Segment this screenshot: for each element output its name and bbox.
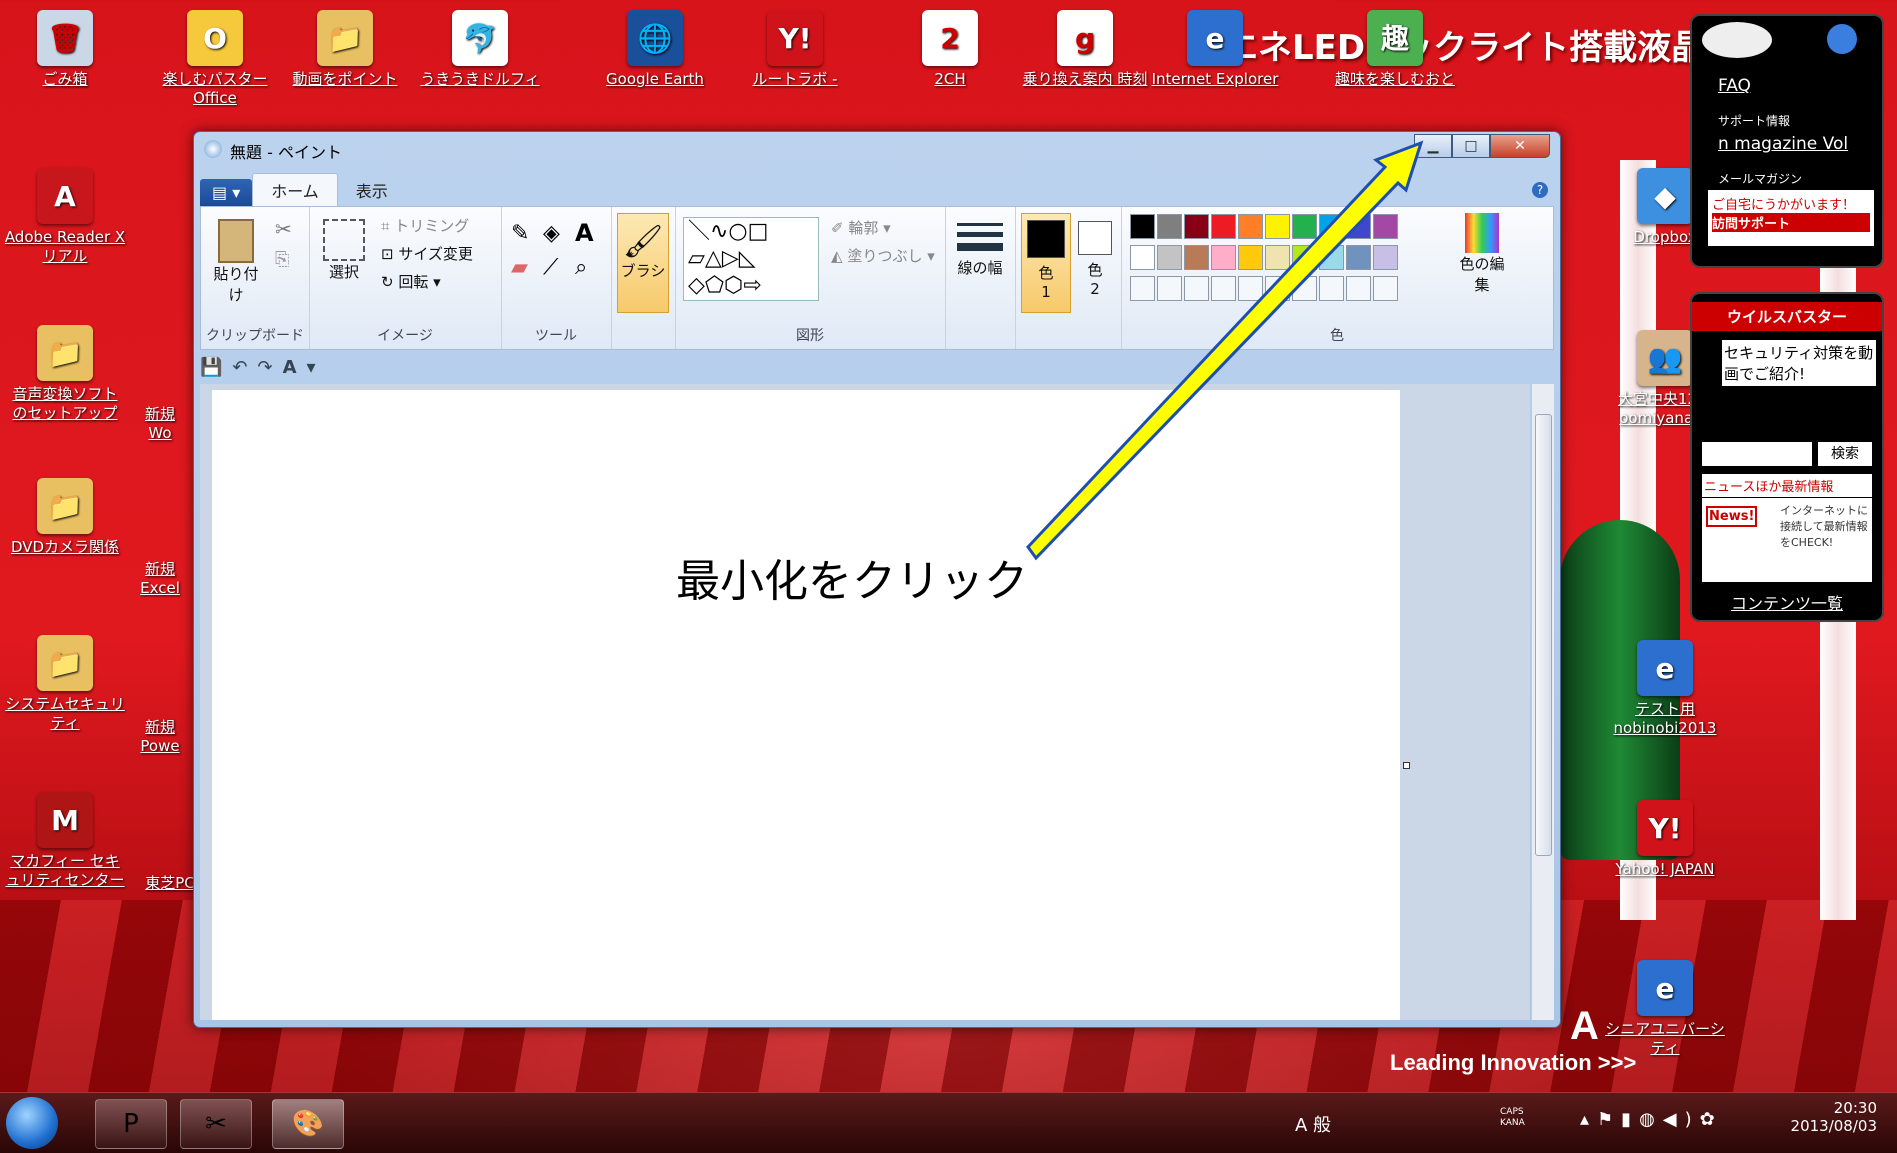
taskbar-paint-icon[interactable]: 🎨 [272, 1099, 344, 1149]
start-button[interactable] [6, 1097, 58, 1149]
clock[interactable]: 20:30 2013/08/03 [1791, 1099, 1877, 1135]
caps-indicator: CAPS KANA [1500, 1107, 1525, 1128]
ime-indicator[interactable]: A 般 [1295, 1111, 1331, 1137]
taskbar: P ✂ 🎨 A 般 CAPS KANA ▴⚑▮◍◀)✿ 20:30 2013/0… [0, 1092, 1897, 1153]
taskbar-powerpoint-icon[interactable]: P [95, 1099, 167, 1149]
tray-icons[interactable]: ▴⚑▮◍◀)✿ [1580, 1109, 1723, 1130]
instruction-text: 最小化をクリック [676, 556, 1028, 607]
taskbar-snipping-icon[interactable]: ✂ [180, 1099, 252, 1149]
